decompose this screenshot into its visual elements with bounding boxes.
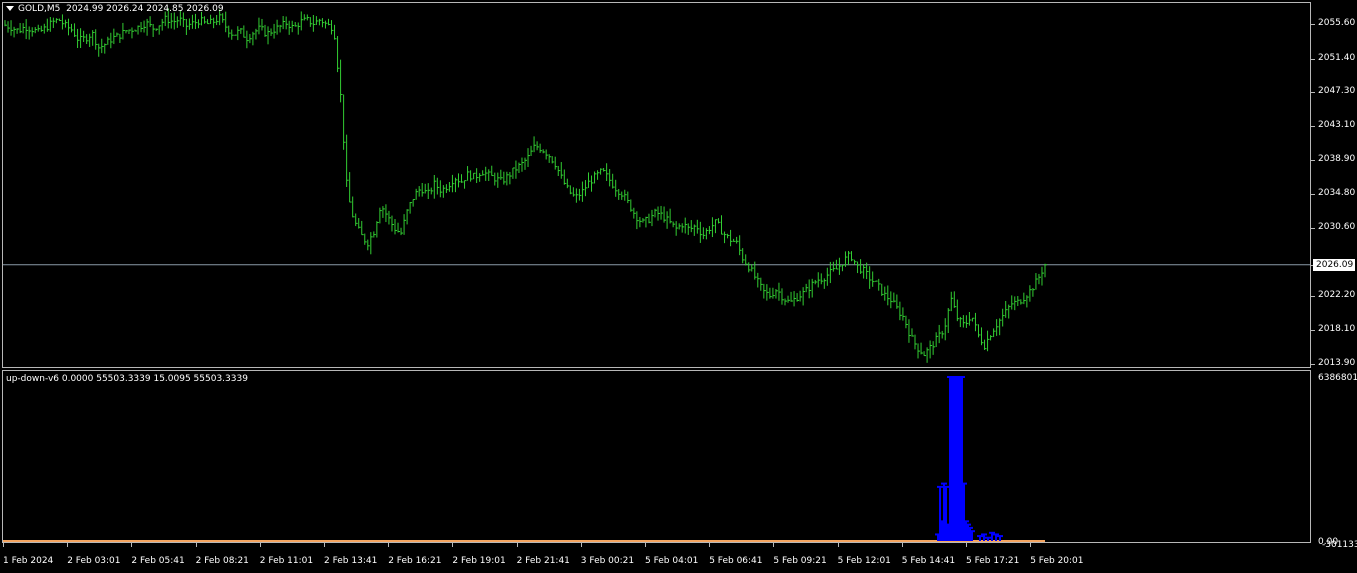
time-label: 2 Feb 11:01	[259, 556, 314, 566]
price-tick	[1311, 58, 1315, 60]
price-tick	[1311, 160, 1315, 162]
histogram-bar	[939, 486, 941, 541]
time-label: 2 Feb 21:41	[516, 556, 570, 566]
price-label: 2055.60	[1318, 18, 1356, 29]
chart-canvas	[3, 8, 1310, 542]
histogram-bar	[945, 486, 947, 541]
price-tick	[1311, 227, 1315, 229]
histogram-bar	[955, 377, 957, 541]
time-tick	[645, 543, 646, 547]
time-label: 2 Feb 03:01	[67, 556, 121, 566]
time-tick	[709, 543, 711, 547]
time-label: 2 Feb 16:21	[388, 556, 442, 566]
price-label: 2047.30	[1318, 85, 1356, 96]
histogram-bar	[961, 377, 963, 541]
indicator-scale-top: 6386801.2	[1318, 373, 1357, 383]
price-tick	[1311, 296, 1315, 298]
time-label: 2 Feb 05:41	[131, 556, 185, 566]
price-label: 2013.90	[1318, 358, 1356, 368]
time-tick	[388, 543, 390, 547]
symbol-label: GOLD,M5	[18, 4, 61, 14]
price-label: 2034.80	[1318, 187, 1356, 198]
histogram-bar	[971, 531, 973, 541]
time-label: 5 Feb 12:01	[837, 556, 891, 566]
time-label: 5 Feb 14:41	[901, 556, 956, 566]
price-label: 2022.20	[1318, 290, 1356, 301]
price-tick	[1311, 91, 1315, 93]
time-label: 5 Feb 06:41	[709, 556, 763, 566]
time-tick	[516, 543, 518, 547]
histogram-bar	[969, 527, 971, 541]
histogram-bar	[953, 377, 955, 541]
price-tick	[1311, 193, 1315, 195]
time-tick	[67, 543, 69, 547]
time-tick	[1030, 543, 1032, 547]
price-label: 2018.10	[1318, 323, 1356, 334]
time-tick	[3, 543, 4, 547]
time-tick	[580, 543, 582, 547]
histogram-bar	[949, 377, 951, 541]
histogram-bar	[943, 483, 945, 541]
time-label: 2 Feb 08:21	[195, 556, 249, 566]
histogram-bar	[957, 377, 959, 541]
indicator-title: up-down-v6 0.0000 55503.3339 15.0095 555…	[6, 374, 248, 384]
price-tick	[1311, 24, 1315, 26]
ohlc-label: 2024.99 2026.24 2024.85 2026.09	[66, 4, 224, 14]
time-label: 5 Feb 09:21	[773, 556, 827, 566]
time-tick	[773, 543, 775, 547]
histogram-bar	[991, 532, 993, 541]
time-label: 3 Feb 00:21	[580, 556, 635, 566]
price-tick	[1311, 364, 1315, 365]
histogram-bar	[941, 521, 943, 541]
price-label: 2051.40	[1318, 52, 1356, 63]
time-label: 5 Feb 04:01	[645, 556, 699, 566]
histogram-bar	[951, 377, 953, 541]
price-label: 2043.10	[1318, 120, 1356, 131]
time-tick	[195, 543, 197, 547]
price-tick	[1311, 126, 1315, 128]
histogram-bar	[947, 524, 949, 541]
price-label: 2038.90	[1318, 154, 1356, 165]
time-label: 5 Feb 20:01	[1030, 556, 1084, 566]
time-tick	[324, 543, 325, 547]
price-bars	[4, 8, 1047, 363]
chart-title: GOLD,M5 2024.99 2026.24 2024.85 2026.09	[6, 4, 224, 14]
time-label: 1 Feb 2024	[3, 556, 54, 566]
time-tick	[901, 543, 903, 547]
chart-menu-triangle-icon[interactable]	[6, 6, 14, 11]
time-label: 5 Feb 17:21	[966, 556, 1020, 566]
price-label: 2030.60	[1318, 221, 1356, 232]
current-price-box: 2026.09	[1313, 258, 1355, 271]
time-tick	[131, 543, 133, 547]
time-tick	[452, 543, 454, 547]
indicator-scale-bottom: -301133.3	[1322, 540, 1357, 550]
time-tick	[966, 543, 967, 547]
time-tick	[259, 543, 261, 547]
histogram-bar	[963, 483, 965, 541]
indicator-histogram	[935, 376, 1003, 541]
time-label: 2 Feb 19:01	[452, 556, 506, 566]
price-tick	[1311, 329, 1315, 331]
histogram-bar	[959, 377, 961, 541]
time-tick	[837, 543, 839, 547]
time-label: 2 Feb 13:41	[324, 556, 378, 566]
